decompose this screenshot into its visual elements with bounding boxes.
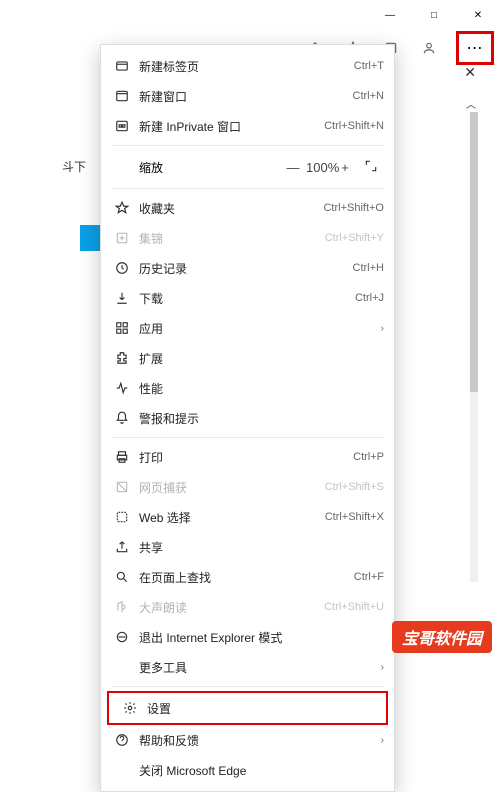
menu-new-inprivate[interactable]: 新建 InPrivate 窗口Ctrl+Shift+N — [101, 111, 394, 141]
zoom-value: 100% — [306, 160, 332, 175]
menu-performance[interactable]: 性能 — [101, 373, 394, 403]
window-titlebar: — □ ✕ — [0, 0, 500, 30]
settings-highlight: 设置 — [107, 691, 388, 725]
menu-web-select[interactable]: Web 选择Ctrl+Shift+X — [101, 502, 394, 532]
menu-zoom: 缩放 — 100% + — [101, 150, 394, 184]
read-aloud-icon — [111, 600, 133, 614]
menu-apps[interactable]: 应用› — [101, 313, 394, 343]
minimize-button[interactable]: — — [368, 0, 412, 30]
menu-more-tools[interactable]: 更多工具› — [101, 652, 394, 682]
profile-icon[interactable] — [414, 33, 444, 63]
menu-web-capture[interactable]: 网页捕获Ctrl+Shift+S — [101, 472, 394, 502]
chevron-right-icon: › — [381, 662, 384, 673]
performance-icon — [111, 381, 133, 395]
menu-history[interactable]: 历史记录Ctrl+H — [101, 253, 394, 283]
settings-more-menu: 新建标签页Ctrl+T 新建窗口Ctrl+N 新建 InPrivate 窗口Ct… — [100, 44, 395, 792]
fullscreen-button[interactable] — [358, 159, 384, 176]
help-icon — [111, 733, 133, 747]
apps-icon — [111, 321, 133, 335]
menu-downloads[interactable]: 下载Ctrl+J — [101, 283, 394, 313]
menu-read-aloud[interactable]: 大声朗读Ctrl+Shift+U — [101, 592, 394, 622]
menu-alerts[interactable]: 警报和提示 — [101, 403, 394, 433]
close-window-button[interactable]: ✕ — [456, 0, 500, 30]
close-icon[interactable]: ✕ — [464, 64, 476, 81]
history-icon — [111, 261, 133, 275]
menu-settings[interactable]: 设置 — [109, 693, 386, 723]
menu-extensions[interactable]: 扩展 — [101, 343, 394, 373]
menu-help[interactable]: 帮助和反馈› — [101, 725, 394, 755]
zoom-in-button[interactable]: + — [332, 160, 358, 175]
page-label: 斗下 — [62, 158, 86, 175]
scrollbar-thumb[interactable] — [470, 112, 478, 392]
separator — [111, 437, 384, 438]
menu-share[interactable]: 共享 — [101, 532, 394, 562]
collections-icon — [111, 231, 133, 245]
new-window-icon — [111, 89, 133, 103]
separator — [111, 686, 384, 687]
search-icon — [111, 570, 133, 584]
chevron-right-icon: › — [381, 735, 384, 746]
ie-icon — [111, 630, 133, 644]
download-icon — [111, 291, 133, 305]
menu-collections[interactable]: 集锦Ctrl+Shift+Y — [101, 223, 394, 253]
maximize-button[interactable]: □ — [412, 0, 456, 30]
share-icon — [111, 540, 133, 554]
watermark-badge: 宝哥软件园 — [392, 621, 492, 653]
separator — [111, 145, 384, 146]
star-icon — [111, 201, 133, 215]
menu-find[interactable]: 在页面上查找Ctrl+F — [101, 562, 394, 592]
gear-icon — [119, 701, 141, 715]
chevron-right-icon: › — [381, 323, 384, 334]
vertical-tab-indicator — [80, 225, 100, 251]
extensions-icon — [111, 351, 133, 365]
bell-icon — [111, 411, 133, 425]
scroll-up-icon[interactable]: ︿ — [466, 96, 476, 111]
zoom-out-button[interactable]: — — [280, 160, 306, 175]
web-select-icon — [111, 510, 133, 524]
separator — [111, 188, 384, 189]
more-menu-button[interactable]: ⋯ — [456, 31, 494, 65]
menu-exit-ie-mode[interactable]: 退出 Internet Explorer 模式 — [101, 622, 394, 652]
print-icon — [111, 450, 133, 464]
menu-close-edge[interactable]: 关闭 Microsoft Edge — [101, 755, 394, 785]
zoom-label: 缩放 — [111, 159, 163, 176]
new-tab-icon — [111, 59, 133, 73]
menu-print[interactable]: 打印Ctrl+P — [101, 442, 394, 472]
capture-icon — [111, 480, 133, 494]
menu-new-tab[interactable]: 新建标签页Ctrl+T — [101, 51, 394, 81]
inprivate-icon — [111, 119, 133, 133]
menu-favorites[interactable]: 收藏夹Ctrl+Shift+O — [101, 193, 394, 223]
menu-new-window[interactable]: 新建窗口Ctrl+N — [101, 81, 394, 111]
